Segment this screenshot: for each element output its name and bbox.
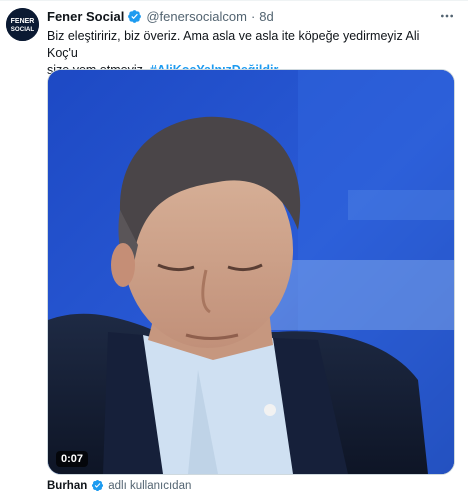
avatar-logo: FENER SOCIAL xyxy=(6,8,39,41)
avatar-text-2: SOCIAL xyxy=(11,26,35,33)
tweet-header: Fener Social @fenersocialcom · 8d xyxy=(47,7,274,25)
attribution-note: adlı kullanıcıdan xyxy=(108,479,192,492)
verified-badge-icon xyxy=(127,9,142,24)
video-duration: 0:07 xyxy=(56,451,89,467)
timestamp[interactable]: 8d xyxy=(259,9,273,24)
video-player[interactable]: 0:07 xyxy=(47,69,455,475)
avatar[interactable]: FENER SOCIAL xyxy=(6,8,39,41)
display-name[interactable]: Fener Social xyxy=(47,9,124,24)
verified-badge-icon xyxy=(91,479,104,492)
video-frame xyxy=(48,70,454,474)
tweet-text-line1: Biz eleştiririz, biz överiz. Ama asla ve… xyxy=(47,29,420,60)
separator-dot: · xyxy=(250,8,256,24)
tweet[interactable]: FENER SOCIAL Fener Social @fenersocialco… xyxy=(0,0,468,502)
more-dots-icon[interactable] xyxy=(438,7,456,25)
handle[interactable]: @fenersocialcom xyxy=(146,9,247,24)
media-attribution: Burhan adlı kullanıcıdan xyxy=(47,479,191,492)
avatar-text-1: FENER xyxy=(11,18,35,25)
attribution-name[interactable]: Burhan xyxy=(47,480,87,492)
